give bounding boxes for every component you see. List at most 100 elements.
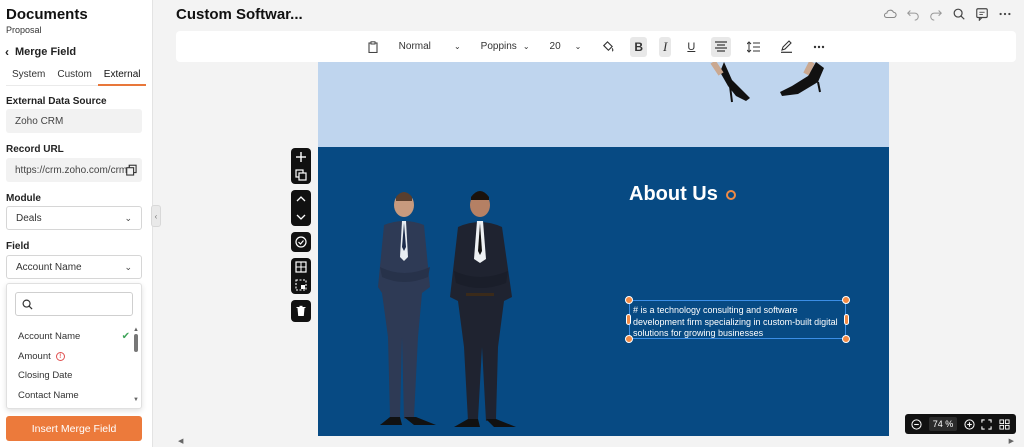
resize-handle-left[interactable]	[626, 314, 631, 325]
zoom-out-icon[interactable]	[911, 418, 922, 430]
external-source-field: Zoho CRM	[6, 109, 142, 133]
scroll-down-arrow[interactable]: ▼	[133, 397, 139, 403]
dropdown-item-label: Amount	[18, 351, 51, 362]
document-canvas[interactable]: About Us # is a technology consulting an…	[318, 62, 889, 436]
dropdown-item-contact-name[interactable]: Contact Name	[18, 390, 130, 401]
dropdown-item-amount[interactable]: Amount !	[18, 351, 130, 362]
warning-icon: !	[55, 352, 65, 361]
font-family-value: Poppins	[480, 41, 517, 52]
about-heading-text: About Us	[629, 183, 718, 205]
record-url-label: Record URL	[6, 144, 64, 155]
record-url-field[interactable]: https://crm.zoho.com/crm/	[6, 158, 142, 182]
description-text-box[interactable]: # is a technology consulting and softwar…	[629, 300, 846, 339]
rotate-handle-icon[interactable]	[725, 189, 736, 200]
highlight-button[interactable]	[776, 37, 797, 57]
dropdown-item-label: Contact Name	[18, 390, 79, 401]
dropdown-search[interactable]	[15, 292, 133, 316]
dropdown-search-input[interactable]	[37, 298, 127, 310]
chevron-down-icon: ⌄	[453, 42, 461, 51]
collapse-sidebar-button[interactable]: ‹	[151, 205, 161, 227]
dropdown-item-account-name[interactable]: Account Name ✔	[18, 331, 130, 342]
resize-box-icon[interactable]	[295, 279, 307, 291]
field-value: Account Name	[16, 261, 82, 273]
tab-custom[interactable]: Custom	[51, 68, 97, 86]
chevron-down-icon: ⌄	[574, 42, 582, 51]
font-size-select[interactable]: 20 ⌄	[546, 37, 586, 57]
align-center-icon	[715, 41, 728, 52]
merge-field-tabs: System Custom External	[6, 68, 147, 86]
external-source-label: External Data Source	[6, 96, 107, 107]
line-spacing-icon	[747, 40, 761, 53]
resize-handle-top-left[interactable]	[625, 296, 633, 304]
fill-color-button[interactable]	[597, 37, 618, 57]
move-tools	[291, 190, 311, 226]
scroll-right-arrow[interactable]: ▶	[1009, 437, 1014, 445]
hero-section	[318, 62, 889, 147]
field-select[interactable]: Account Name ⌄	[6, 255, 142, 279]
insert-merge-field-button[interactable]: Insert Merge Field	[6, 416, 142, 441]
check-circle-icon[interactable]	[295, 236, 307, 248]
businessmen-image	[378, 191, 516, 427]
check-tool	[291, 232, 311, 252]
bold-icon: B	[634, 39, 644, 54]
duplicate-icon[interactable]	[295, 169, 307, 181]
redo-icon[interactable]	[929, 7, 943, 21]
resize-handle-top-right[interactable]	[842, 296, 850, 304]
dropdown-item-closing-date[interactable]: Closing Date	[18, 370, 130, 381]
cloud-icon[interactable]	[883, 7, 897, 21]
undo-icon[interactable]	[906, 7, 920, 21]
chevron-left-icon: ‹	[5, 45, 9, 59]
underline-icon: U	[687, 40, 696, 53]
description-text[interactable]: # is a technology consulting and softwar…	[633, 305, 845, 340]
record-url-value: https://crm.zoho.com/crm/	[15, 164, 131, 176]
dropdown-item-label: Account Name	[18, 331, 81, 342]
italic-button[interactable]: I	[659, 36, 672, 57]
search-icon	[22, 299, 33, 310]
zoom-value: 74	[932, 419, 943, 429]
document-title[interactable]: Custom Softwar...	[176, 6, 303, 23]
search-icon[interactable]	[952, 7, 966, 21]
field-dropdown: Account Name ✔ Amount ! Closing Date Con…	[6, 283, 142, 409]
back-to-merge-field[interactable]: ‹ Merge Field	[5, 46, 76, 58]
zoom-controls: 74 %	[905, 414, 1016, 434]
about-heading[interactable]: About Us	[629, 183, 736, 206]
clipboard-button[interactable]	[363, 37, 383, 57]
chevron-down-icon: ⌄	[124, 261, 132, 272]
resize-handle-right[interactable]	[844, 314, 849, 325]
tab-system[interactable]: System	[6, 68, 51, 86]
align-center-button[interactable]	[711, 36, 732, 57]
module-select[interactable]: Deals ⌄	[6, 206, 142, 230]
more-options-icon[interactable]	[998, 7, 1012, 21]
chevron-up-icon[interactable]	[295, 193, 307, 205]
module-label: Module	[6, 193, 41, 204]
tab-external[interactable]: External	[97, 68, 147, 86]
resize-handle-bottom-left[interactable]	[625, 335, 633, 343]
fullscreen-icon[interactable]	[981, 418, 992, 430]
more-options-icon	[814, 45, 825, 48]
more-format-options[interactable]	[809, 37, 829, 57]
resize-handle-bottom-right[interactable]	[842, 335, 850, 343]
bold-button[interactable]: B	[630, 36, 648, 57]
field-label: Field	[6, 241, 30, 252]
zoom-in-icon[interactable]	[964, 418, 975, 430]
chevron-down-icon[interactable]	[295, 211, 307, 223]
clipboard-icon	[368, 40, 378, 53]
trash-icon[interactable]	[295, 305, 307, 317]
chevron-left-icon: ‹	[154, 211, 158, 221]
paragraph-style-select[interactable]: Normal ⌄	[395, 37, 465, 57]
plus-icon[interactable]	[295, 151, 307, 163]
copy-icon[interactable]	[126, 164, 137, 176]
zoom-level[interactable]: 74 %	[928, 417, 958, 431]
horizontal-scrollbar[interactable]: ◀ ▶	[176, 437, 1016, 446]
font-family-select[interactable]: Poppins ⌄	[477, 37, 534, 57]
scroll-up-arrow[interactable]: ▲	[133, 327, 139, 333]
sidebar: Documents Proposal ‹ Merge Field System …	[0, 0, 153, 447]
grid-icon[interactable]	[295, 261, 307, 273]
comment-icon[interactable]	[975, 7, 989, 21]
scroll-left-arrow[interactable]: ◀	[178, 437, 183, 445]
chevron-down-icon: ⌄	[124, 212, 132, 223]
thumbnail-grid-icon[interactable]	[999, 418, 1010, 430]
line-spacing-button[interactable]	[743, 37, 764, 57]
underline-button[interactable]: U	[683, 37, 699, 57]
dropdown-scrollbar[interactable]	[134, 334, 138, 352]
